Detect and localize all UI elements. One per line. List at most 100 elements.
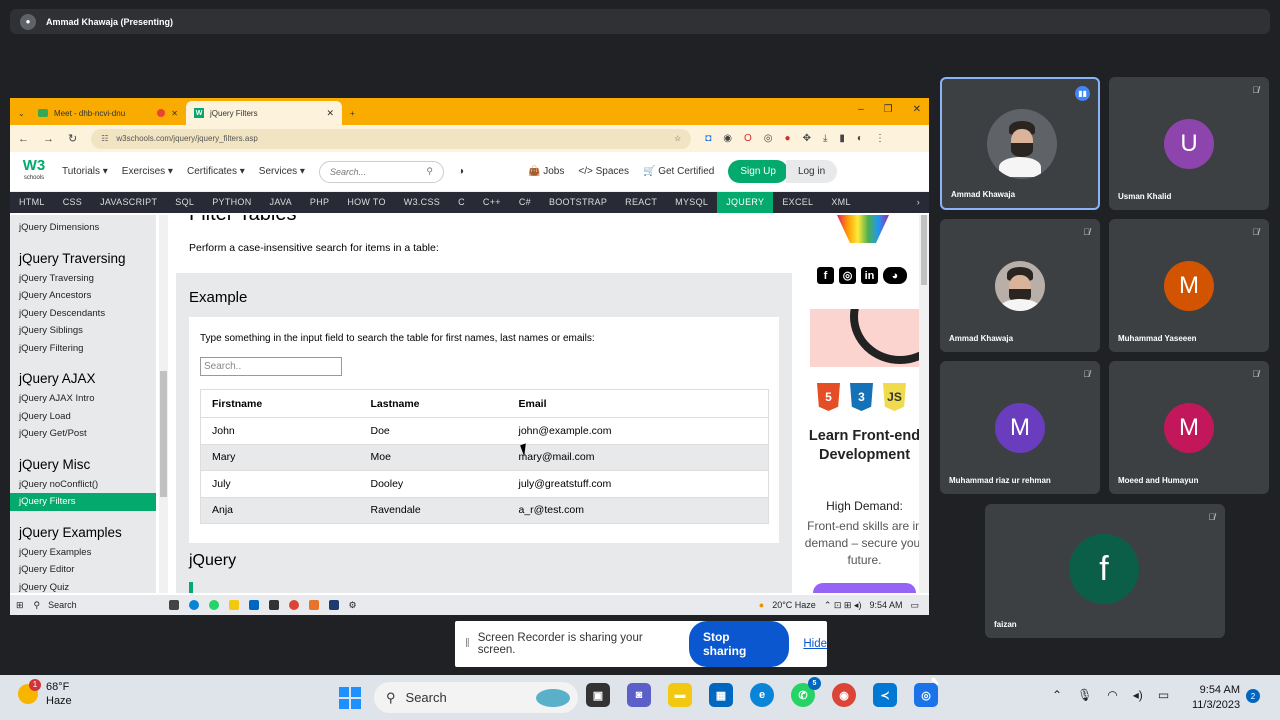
- mail-icon[interactable]: [248, 600, 259, 610]
- sidebar-item[interactable]: jQuery Dimensions: [10, 219, 156, 237]
- chrome-icon[interactable]: ◉: [832, 683, 856, 707]
- sidebar-item[interactable]: jQuery Traversing: [10, 270, 156, 288]
- topnav-item-javascript[interactable]: JAVASCRIPT: [91, 192, 166, 213]
- puzzle-icon[interactable]: ✥: [803, 133, 811, 144]
- topnav-item-sql[interactable]: SQL: [166, 192, 203, 213]
- close-icon[interactable]: ✕: [171, 109, 178, 118]
- sidebar-item[interactable]: jQuery Get/Post: [10, 425, 156, 443]
- sidebar-item[interactable]: jQuery Filtering: [10, 340, 156, 358]
- w3-search-input[interactable]: Search... ⚲: [318, 160, 444, 183]
- participant-tile[interactable]: 🎙̸ M Muhammad Yaseeen: [1109, 219, 1269, 352]
- menu-certificates[interactable]: Certificates ▾: [187, 166, 245, 177]
- menu-tutorials[interactable]: Tutorials ▾: [62, 166, 108, 177]
- topnav-item-mysql[interactable]: MYSQL: [666, 192, 717, 213]
- camera-icon[interactable]: ◎: [764, 133, 773, 144]
- download-icon[interactable]: ⤓: [823, 133, 827, 144]
- store-icon[interactable]: ▦: [709, 683, 733, 707]
- facebook-icon[interactable]: f: [817, 267, 834, 284]
- inner-search[interactable]: ⚲ Search: [34, 600, 159, 611]
- chrome-icon[interactable]: [288, 600, 299, 610]
- participant-tile[interactable]: 🎙̸ U Usman Khalid: [1109, 77, 1269, 210]
- windows-icon[interactable]: ⊞: [16, 600, 24, 611]
- sidebar-scrollbar[interactable]: [159, 215, 168, 593]
- taskview-icon[interactable]: [168, 600, 179, 610]
- topnav-item-c-[interactable]: C#: [510, 192, 540, 213]
- topnav-item-react[interactable]: REACT: [616, 192, 666, 213]
- app-icon[interactable]: [268, 600, 279, 610]
- ad-banner[interactable]: [810, 309, 919, 367]
- address-bar[interactable]: ☷ w3schools.com/jquery/jquery_filters.as…: [91, 128, 692, 149]
- hide-link[interactable]: Hide: [803, 638, 827, 650]
- sidepanel-icon[interactable]: ▮: [839, 133, 845, 144]
- sign-up-button[interactable]: Sign Up: [728, 160, 788, 183]
- search-icon[interactable]: ⚲: [426, 166, 433, 177]
- topnav-item-excel[interactable]: EXCEL: [773, 192, 822, 213]
- topnav-item-c-[interactable]: C++: [474, 192, 510, 213]
- chevron-right-icon[interactable]: ›: [908, 192, 929, 213]
- chevron-up-icon[interactable]: ⌃: [1052, 688, 1062, 702]
- app-icon[interactable]: [308, 600, 319, 610]
- topnav-item-html[interactable]: HTML: [10, 192, 54, 213]
- menu-services[interactable]: Services ▾: [259, 166, 305, 177]
- close-icon[interactable]: ✕: [326, 108, 334, 119]
- sidebar-item[interactable]: jQuery AJAX Intro: [10, 390, 156, 408]
- extension-icon[interactable]: ◉: [723, 133, 732, 144]
- folder-icon[interactable]: [228, 600, 239, 610]
- back-icon[interactable]: ←: [18, 133, 29, 145]
- jobs-link[interactable]: 👜 Jobs: [528, 166, 564, 177]
- discord-icon[interactable]: ◕: [883, 267, 907, 284]
- sidebar-item[interactable]: jQuery Examples: [10, 544, 156, 562]
- linkedin-icon[interactable]: in: [861, 267, 878, 284]
- notification-icon[interactable]: ▭: [910, 600, 919, 611]
- topnav-item-bootstrap[interactable]: BOOTSTRAP: [540, 192, 616, 213]
- instagram-icon[interactable]: ◎: [839, 267, 856, 284]
- taskbar-search[interactable]: ⚲ Search: [374, 682, 578, 713]
- forward-icon[interactable]: →: [43, 133, 54, 145]
- sidebar-item[interactable]: jQuery Load: [10, 408, 156, 426]
- main-scrollbar[interactable]: [919, 215, 929, 593]
- participant-tile[interactable]: 🎙̸ M Moeed and Humayun: [1109, 361, 1269, 494]
- topnav-item-xml[interactable]: XML: [822, 192, 859, 213]
- participant-tile[interactable]: 🎙̸ Ammad Khawaja: [940, 219, 1100, 352]
- check-it-out-button[interactable]: [813, 583, 916, 593]
- microphone-icon[interactable]: 🎙: [1077, 688, 1092, 702]
- participant-tile[interactable]: ▮▮ Ammad Khawaja: [940, 77, 1100, 210]
- topnav-item-python[interactable]: PYTHON: [203, 192, 260, 213]
- participant-tile[interactable]: 🎙̸ M Muhammad riaz ur rehman: [940, 361, 1100, 494]
- topnav-item-jquery[interactable]: JQUERY: [717, 192, 774, 213]
- log-in-button[interactable]: Log in: [785, 160, 838, 183]
- new-tab-button[interactable]: +: [342, 101, 363, 125]
- tray-icons[interactable]: ⌃ ⊡ ⊞ ◂): [824, 600, 862, 611]
- weather-widget[interactable]: 1 68°F Haze: [18, 679, 72, 708]
- file-explorer-icon[interactable]: ▬: [668, 683, 692, 707]
- stop-sharing-button[interactable]: Stop sharing: [688, 621, 790, 667]
- menu-exercises[interactable]: Exercises ▾: [122, 166, 173, 177]
- close-window-icon[interactable]: ✕: [913, 104, 921, 115]
- extension-icon[interactable]: ◘: [705, 133, 711, 144]
- topnav-item-php[interactable]: PHP: [301, 192, 338, 213]
- wifi-icon[interactable]: ◠: [1107, 688, 1117, 702]
- profile-icon[interactable]: ◐: [857, 133, 863, 144]
- sidebar-item[interactable]: jQuery noConflict(): [10, 476, 156, 494]
- extension-icon[interactable]: ●: [785, 133, 791, 144]
- sidebar-item[interactable]: jQuery Filters: [10, 493, 156, 511]
- teams-icon[interactable]: ◙: [627, 683, 651, 707]
- topnav-item-c[interactable]: C: [449, 192, 474, 213]
- notification-badge[interactable]: 2: [1246, 689, 1260, 703]
- reload-icon[interactable]: ↻: [68, 132, 77, 145]
- w3schools-logo[interactable]: W3 schools: [20, 158, 48, 185]
- app-icon[interactable]: [328, 600, 339, 610]
- whatsapp-icon[interactable]: ✆ 5: [791, 677, 821, 707]
- sidebar-item[interactable]: jQuery Ancestors: [10, 287, 156, 305]
- clock[interactable]: 9:54 AM 11/3/2023: [1192, 683, 1240, 713]
- tab-search-button[interactable]: ⌄: [10, 101, 30, 125]
- sidebar-item[interactable]: jQuery Siblings: [10, 322, 156, 340]
- sidebar-item[interactable]: jQuery Descendants: [10, 305, 156, 323]
- edge-icon[interactable]: e: [750, 683, 774, 707]
- topnav-item-w3-css[interactable]: W3.CSS: [395, 192, 449, 213]
- topnav-item-css[interactable]: CSS: [54, 192, 91, 213]
- taskview-icon[interactable]: ▣: [586, 683, 610, 707]
- volume-icon[interactable]: ◂): [1133, 688, 1143, 702]
- maximize-icon[interactable]: ❐: [884, 104, 893, 115]
- tab-jquery-filters[interactable]: W jQuery Filters ✕: [186, 101, 342, 125]
